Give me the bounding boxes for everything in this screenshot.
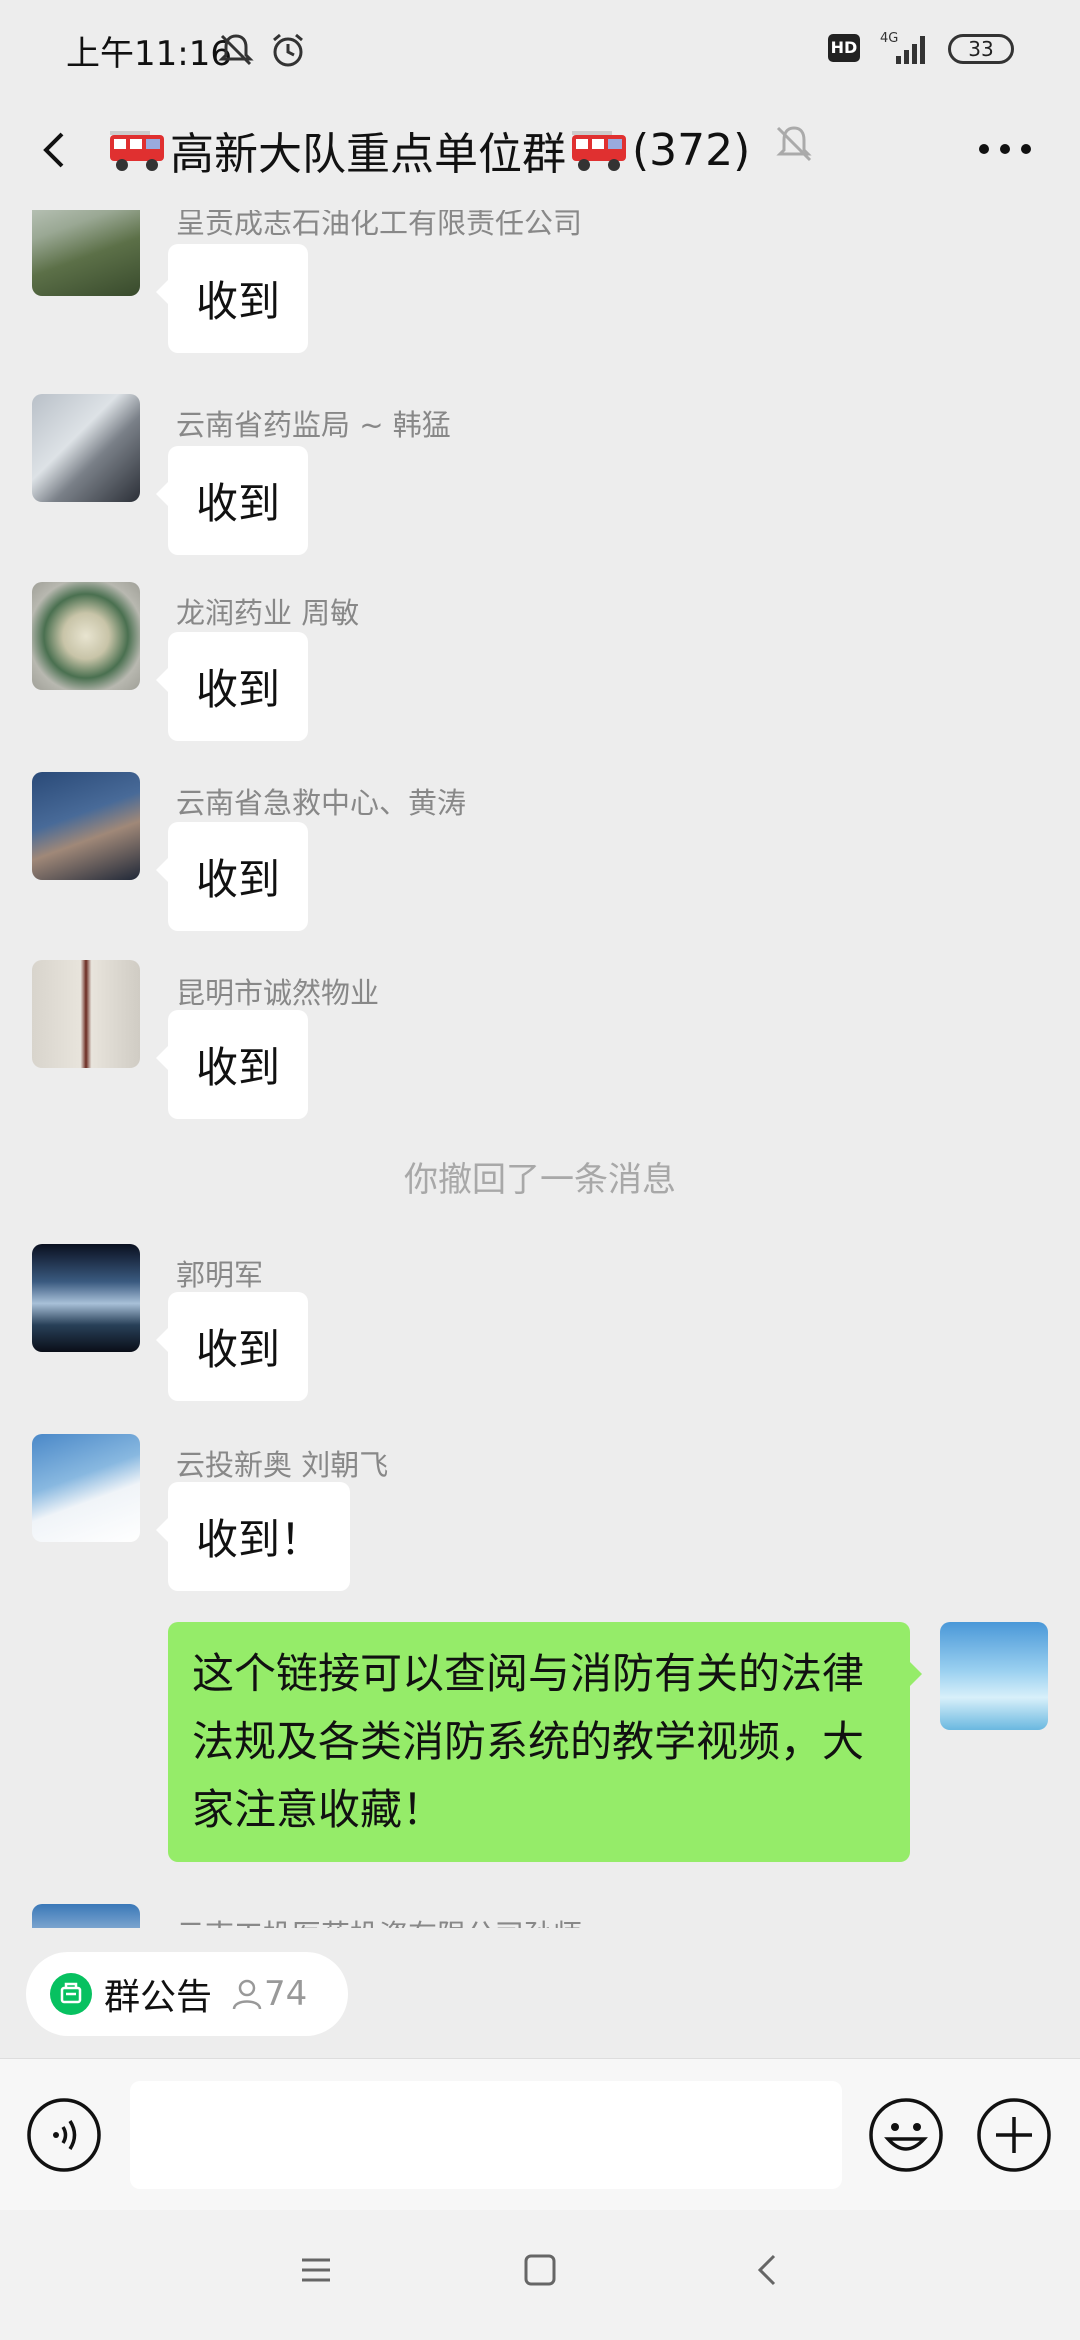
my-avatar[interactable] (940, 1622, 1048, 1730)
chat-header: 高新大队重点单位群 (372) (0, 100, 1080, 210)
member-count: (372) (632, 124, 751, 176)
more-icon[interactable] (970, 124, 1040, 174)
signal-icon: 4G (880, 31, 925, 64)
message-bubble[interactable]: 收到 (155, 1010, 309, 1119)
chat-message-list[interactable]: 呈贡成志石油化工有限责任公司 收到 云南省药监局 ~ 韩猛 收到 龙润药业 周敏… (0, 210, 1080, 1928)
notice-count-value: 74 (264, 1974, 308, 2014)
mute-notification-icon (218, 34, 254, 66)
message-bubble[interactable]: 收到！ (155, 1482, 351, 1591)
message-bubble[interactable]: 收到 (155, 446, 309, 555)
group-notice-bar: 群公告 74 (0, 1928, 1080, 2058)
battery-indicator: 33 (948, 34, 1014, 64)
sender-name: 云南省药监局 ~ 韩猛 (176, 408, 451, 442)
message-bubble[interactable]: 收到 (155, 1292, 309, 1401)
group-name: 高新大队重点单位群 (170, 129, 566, 180)
hd-icon: HD (828, 34, 860, 62)
sender-name: 云南工投医药投资有限公司孙师 (176, 1912, 582, 1928)
network-label: 4G (880, 31, 898, 46)
sender-name: 云投新奥 刘朝飞 (176, 1448, 389, 1482)
notice-icon (50, 1973, 92, 2015)
plus-icon[interactable] (976, 2097, 1052, 2173)
message-input-bar (0, 2058, 1080, 2210)
person-icon (232, 1979, 262, 2010)
status-bar: 上午11:16 HD 4G 33 (0, 0, 1080, 100)
nav-back-icon[interactable] (748, 2250, 788, 2290)
sender-name: 郭明军 (176, 1258, 264, 1292)
fire-truck-icon (110, 131, 164, 171)
battery-level: 33 (968, 37, 994, 61)
message-bubble[interactable]: 收到 (155, 632, 309, 741)
avatar[interactable] (32, 960, 140, 1068)
system-navigation-bar (0, 2210, 1080, 2340)
message-text-input[interactable] (130, 2081, 842, 2189)
home-icon[interactable] (520, 2250, 560, 2290)
back-icon[interactable] (26, 120, 86, 180)
sender-name: 龙润药业 周敏 (176, 596, 360, 630)
notice-label: 群公告 (104, 1977, 213, 2018)
avatar[interactable] (32, 210, 140, 296)
alarm-icon (273, 33, 303, 67)
menu-icon[interactable] (296, 2250, 336, 2290)
group-notice-button[interactable]: 群公告 74 (26, 1952, 348, 2036)
avatar[interactable] (32, 1904, 140, 1928)
avatar[interactable] (32, 582, 140, 690)
fire-truck-icon (572, 131, 626, 171)
message-bubble[interactable]: 收到 (155, 822, 309, 931)
sender-name: 呈贡成志石油化工有限责任公司 (176, 210, 583, 240)
avatar[interactable] (32, 1434, 140, 1542)
my-message-bubble[interactable]: 这个链接可以查阅与消防有关的法律法规及各类消防系统的教学视频，大家注意收藏！ (168, 1622, 922, 1862)
sender-name: 云南省急救中心、黄涛 (176, 786, 467, 820)
message-bubble[interactable]: 收到 (155, 244, 309, 353)
mute-bell-icon (776, 126, 812, 162)
recalled-message-notice: 你撤回了一条消息 (404, 1160, 676, 1200)
chat-title: 高新大队重点单位群 (372) (104, 118, 750, 182)
avatar[interactable] (32, 394, 140, 502)
avatar[interactable] (32, 772, 140, 880)
status-time: 上午11:16 (66, 34, 232, 74)
voice-icon[interactable] (26, 2097, 102, 2173)
sender-name: 昆明市诚然物业 (176, 976, 380, 1010)
avatar[interactable] (32, 1244, 140, 1352)
emoji-icon[interactable] (868, 2097, 944, 2173)
notice-read-count: 74 (230, 1974, 307, 2014)
